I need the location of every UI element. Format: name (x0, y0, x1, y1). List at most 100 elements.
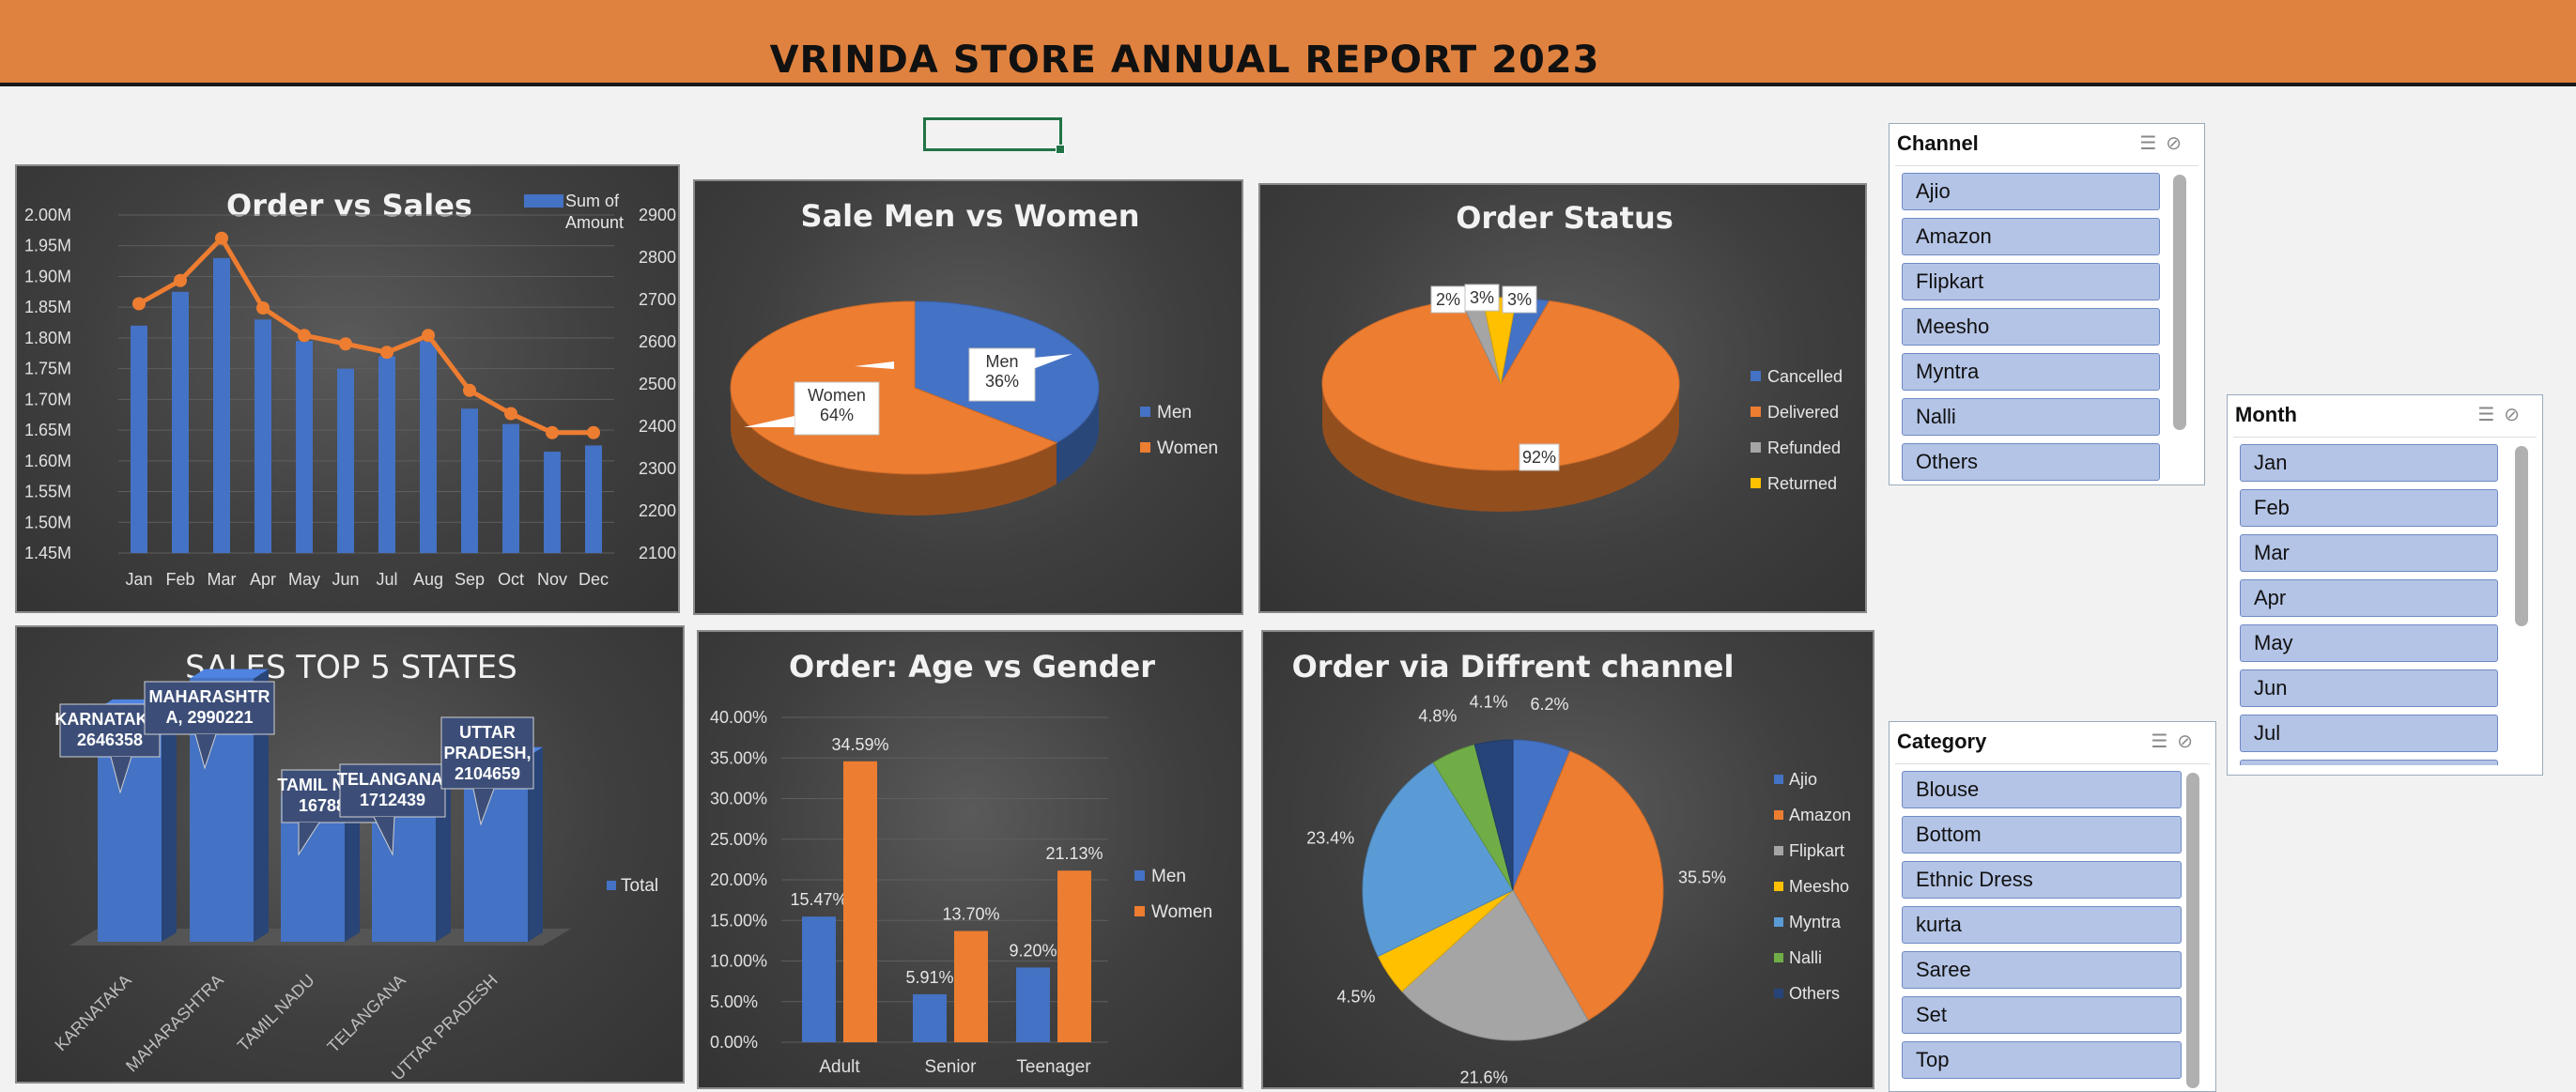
legend-swatch (1140, 407, 1150, 417)
multi-select-icon[interactable]: ☰⊘ (2139, 131, 2191, 155)
slicer-item-myntra[interactable]: Myntra (1902, 353, 2160, 391)
slicer-item-may[interactable]: May (2240, 624, 2498, 662)
y-tick-label: 40.00% (710, 708, 767, 727)
order-vs-sales-chart[interactable]: Order vs Sales 1.45M 1.50M 1.55M 1.60M 1.65M 1… (15, 164, 680, 613)
data-label: 3% (1470, 288, 1494, 307)
multi-select-icon[interactable]: ☰⊘ (2151, 730, 2202, 753)
y-tick-label: 35.00% (710, 748, 767, 767)
legend-swatch (1774, 846, 1783, 855)
slicer-divider (1895, 165, 2198, 166)
data-label: 1712439 (360, 791, 425, 809)
legend-swatch (607, 881, 616, 890)
x-tick-label: Dec (578, 570, 609, 589)
slicer-item-jan[interactable]: Jan (2240, 444, 2498, 482)
slicer-item-bottom[interactable]: Bottom (1902, 816, 2182, 854)
legend-swatch (1751, 407, 1761, 417)
y-tick-label: 30.00% (710, 790, 767, 808)
top5-states-chart[interactable]: SALES TOP 5 STATES KARNATAKA MAHARASHTRA TA… (15, 625, 685, 1084)
y-tick-left: 1.85M (24, 298, 71, 316)
chart-title: Order: Age vs Gender (789, 649, 1155, 684)
category-slicer[interactable]: Category ☰⊘ Blouse Bottom Ethnic Dress kurt… (1889, 721, 2216, 1092)
month-slicer[interactable]: Month ☰⊘ JanFebMarAprMayJunJulAug (2227, 394, 2543, 776)
data-label: 35.5% (1678, 868, 1726, 886)
bar-sum-of-amount (131, 325, 147, 553)
legend-label: Women (1151, 902, 1212, 922)
data-label: Men (985, 352, 1018, 371)
slicer-item-jun[interactable]: Jun (2240, 669, 2498, 707)
legend-swatch (524, 194, 563, 208)
slicer-item-aug[interactable]: Aug (2240, 760, 2498, 765)
age-vs-gender-chart[interactable]: Order: Age vs Gender 0.00% 5.00% 10.00% 15.0… (697, 630, 1243, 1089)
slicer-item-nalli[interactable]: Nalli (1902, 398, 2160, 436)
data-label: PRADESH, (443, 744, 531, 762)
x-tick-label: Teenager (1016, 1057, 1091, 1077)
legend-label: Myntra (1789, 913, 1842, 931)
legend-label: Sum of (565, 192, 620, 210)
line-point (339, 337, 352, 351)
slicer-item-ethnic-dress[interactable]: Ethnic Dress (1902, 861, 2182, 899)
slicer-item-jul[interactable]: Jul (2240, 715, 2498, 752)
bar-women (843, 761, 877, 1042)
slicer-item-feb[interactable]: Feb (2240, 489, 2498, 527)
slicer-item-amazon[interactable]: Amazon (1902, 218, 2160, 255)
legend-swatch (1774, 953, 1783, 962)
y-tick-right: 2500 (639, 375, 676, 393)
chart-title: Sale Men vs Women (801, 198, 1140, 234)
slicer-item-set[interactable]: Set (1902, 996, 2182, 1034)
bar-men (913, 993, 947, 1042)
slicer-item-mar[interactable]: Mar (2240, 534, 2498, 572)
slicer-item-blouse[interactable]: Blouse (1902, 771, 2182, 808)
legend-label: Men (1157, 403, 1192, 423)
y-tick-label: 5.00% (710, 992, 758, 1011)
legend-label: Men (1151, 867, 1186, 886)
sale-men-women-chart[interactable]: Sale Men vs Women Men 36% Women 64% Men Women (693, 179, 1243, 615)
x-tick-label: Jul (376, 570, 397, 589)
slicer-divider (1895, 763, 2210, 764)
bar-sum-of-amount (337, 368, 354, 553)
channel-slicer[interactable]: Channel ☰⊘ Ajio Amazon Flipkart Meesho Myntr… (1889, 123, 2205, 485)
month-scrollbar[interactable] (2515, 446, 2528, 626)
line-point (215, 231, 228, 245)
slicer-item-apr[interactable]: Apr (2240, 579, 2498, 617)
slicer-item-top[interactable]: Top (1902, 1041, 2182, 1079)
slicer-item-others[interactable]: Others (1902, 443, 2160, 481)
data-label: 5.91% (905, 968, 953, 987)
y-tick-left: 1.90M (24, 267, 71, 285)
slicer-item-kurta[interactable]: kurta (1902, 906, 2182, 944)
x-tick-label: Nov (537, 570, 567, 589)
chart-title: Order via Diffrent channel (1292, 649, 1735, 684)
data-label: 2% (1436, 290, 1460, 309)
y-tick-left: 1.95M (24, 237, 71, 255)
data-label: A, 2990221 (165, 708, 253, 727)
y-tick-label: 0.00% (710, 1033, 758, 1052)
y-tick-right: 2300 (639, 459, 676, 478)
legend-swatch (1134, 906, 1145, 916)
order-channel-chart[interactable]: Order via Diffrent channel 6.2% 35.5% 21.6%… (1261, 630, 1874, 1089)
selected-cell[interactable] (923, 117, 1065, 154)
slicer-item-flipkart[interactable]: Flipkart (1902, 263, 2160, 300)
bar-sum-of-amount (378, 356, 395, 553)
data-label: 92% (1522, 448, 1556, 467)
line-point (298, 329, 311, 343)
slicer-item-ajio[interactable]: Ajio (1902, 173, 2160, 210)
data-label: 6.2% (1531, 695, 1569, 714)
slicer-item-meesho[interactable]: Meesho (1902, 308, 2160, 346)
data-label: 4.5% (1337, 988, 1376, 1007)
y-tick-label: 15.00% (710, 911, 767, 930)
slicer-item-saree[interactable]: Saree (1902, 951, 2182, 989)
category-scrollbar[interactable] (2186, 773, 2199, 1088)
y-tick-left: 1.45M (24, 544, 71, 562)
channel-scrollbar[interactable] (2173, 175, 2186, 430)
x-tick-label: TELANGANA (324, 971, 409, 1056)
bar-men (802, 916, 836, 1042)
legend-swatch (1774, 989, 1783, 998)
legend-label: Nalli (1789, 948, 1822, 967)
legend-label: Others (1789, 984, 1840, 1003)
data-label: 34.59% (831, 735, 888, 754)
line-series (137, 234, 594, 436)
y-tick-right: 2700 (639, 290, 676, 309)
legend-swatch (1140, 442, 1150, 453)
x-tick-label: KARNATAKA (51, 971, 134, 1054)
order-status-chart[interactable]: Order Status 3% 92% 2% 3% Cancelled Delivered R… (1258, 183, 1867, 613)
legend-swatch (1774, 775, 1783, 784)
